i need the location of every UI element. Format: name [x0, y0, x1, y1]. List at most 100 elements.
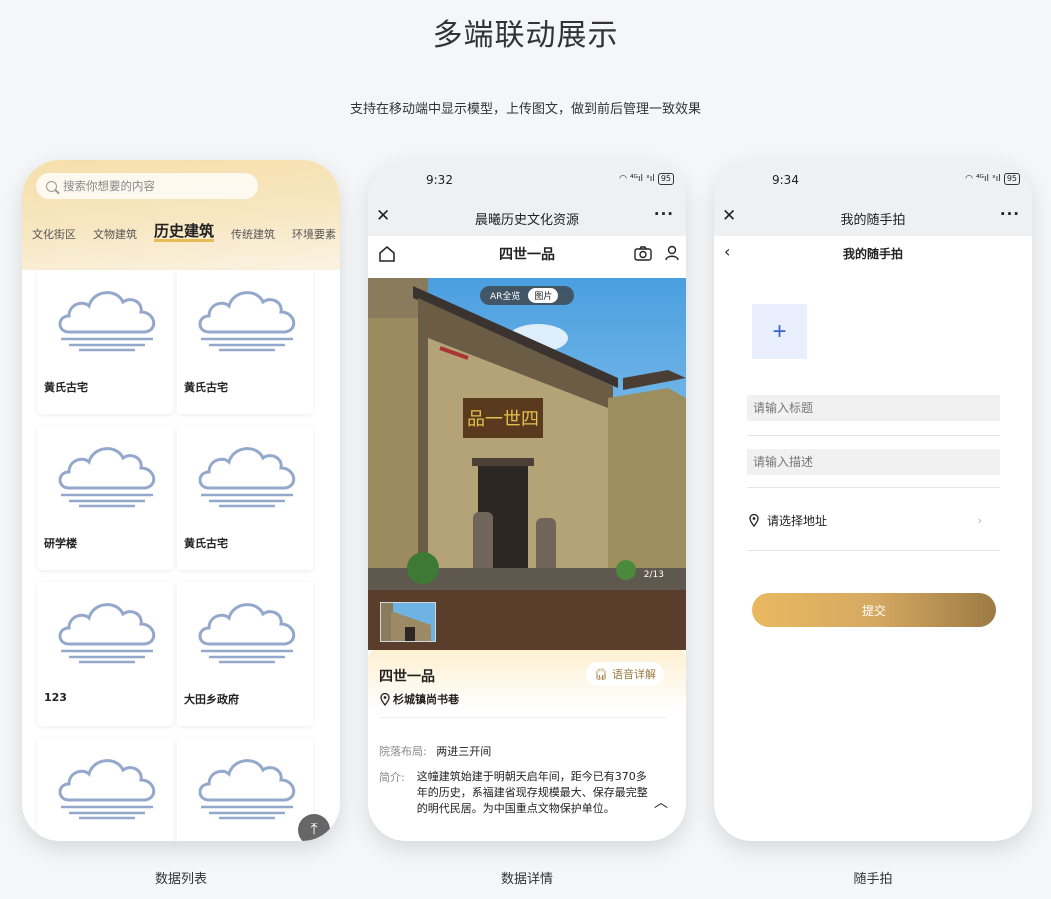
building-address: 杉城镇尚书巷: [380, 691, 459, 707]
caption-data-detail: 数据详情: [500, 872, 553, 887]
user-icon[interactable]: [665, 245, 679, 261]
more-icon[interactable]: ···: [654, 205, 674, 223]
submit-button[interactable]: 提交: [752, 593, 996, 627]
tab-traditional-building[interactable]: 传统建筑: [231, 226, 275, 242]
signal-icon: ⁴ᴳıl ˣıl: [629, 174, 655, 184]
item-name: 大田乡政府: [184, 693, 239, 706]
item-name: 黄氏古宅: [184, 537, 228, 550]
address-selector[interactable]: 请选择地址 ›: [747, 506, 1000, 534]
svg-text:品一世四: 品一世四: [467, 409, 539, 430]
window-title: 晨曦历史文化资源: [474, 213, 579, 228]
more-icon[interactable]: ···: [1000, 205, 1020, 223]
camera-icon[interactable]: [634, 246, 652, 261]
window-titlebar: ✕ 我的随手拍 ···: [714, 200, 1032, 236]
caption-snapshot: 随手拍: [853, 872, 893, 887]
intro-label: 简介:: [379, 771, 405, 784]
cloud-placeholder-icon: [58, 759, 156, 820]
list-item[interactable]: 123: [37, 582, 173, 726]
tab-relic-building[interactable]: 文物建筑: [93, 226, 137, 242]
data-grid: 黄氏古宅 黄氏古宅 研学楼 黄氏古宅 123 大田乡政府: [37, 270, 315, 841]
battery-icon: 95: [1003, 173, 1020, 185]
layout-value: 两进三开间: [436, 745, 492, 758]
snapshot-nav-title: 我的随手拍: [842, 247, 903, 261]
snapshot-navbar: ‹ 我的随手拍: [714, 236, 1032, 270]
description-input[interactable]: [747, 449, 1000, 475]
divider: [380, 717, 666, 718]
location-pin-icon: [380, 692, 390, 706]
phone-data-detail: 9:32 ◠ ⁴ᴳıl ˣıl 95 ✕ 晨曦历史文化资源 ··· 四世一品 品…: [368, 160, 686, 841]
image-thumbnail[interactable]: [380, 602, 436, 642]
page-title: 多端联动展示: [432, 18, 619, 53]
back-to-top-button[interactable]: ⤒: [298, 814, 330, 841]
list-item[interactable]: 黄氏古宅: [177, 270, 313, 414]
phone-data-list: 文化街区 文物建筑 历史建筑 传统建筑 环境要素 黄氏古宅 黄氏古宅 研学楼 黄…: [22, 160, 340, 841]
search-input[interactable]: [63, 179, 243, 193]
image-view-option[interactable]: 图片: [528, 288, 559, 303]
status-indicators: ◠ ⁴ᴳıl ˣıl 95: [965, 173, 1020, 185]
layout-label: 院落布局:: [379, 745, 427, 758]
upload-image-button[interactable]: +: [752, 304, 807, 359]
list-item[interactable]: 研学楼: [37, 426, 173, 570]
wifi-icon: ◠: [619, 174, 627, 184]
signal-icon: ⁴ᴳıl ˣıl: [975, 174, 1001, 184]
audio-guide-button[interactable]: 🎧︎ 语音详解: [586, 662, 664, 686]
status-time: 9:32: [426, 173, 453, 187]
list-item[interactable]: 黄氏古宅: [177, 426, 313, 570]
address-text: 杉城镇尚书巷: [393, 693, 459, 706]
location-pin-icon: [749, 513, 759, 527]
category-tabs: 文化街区 文物建筑 历史建筑 传统建筑 环境要素: [32, 224, 336, 242]
cloud-placeholder-icon: [198, 447, 296, 508]
divider: [747, 550, 1000, 551]
cloud-placeholder-icon: [198, 603, 296, 664]
building-image: 品一世四: [368, 278, 686, 590]
building-name: 四世一品: [379, 669, 435, 685]
caption-data-list: 数据列表: [154, 872, 207, 887]
list-item[interactable]: [177, 738, 313, 841]
thumbnail-image: [381, 603, 435, 641]
page-subtitle: 支持在移动端中显示模型，上传图文，做到前后管理一致效果: [349, 102, 701, 117]
battery-icon: 95: [657, 173, 674, 185]
tab-historic-building[interactable]: 历史建筑: [154, 224, 215, 242]
tab-cultural-block[interactable]: 文化街区: [32, 226, 76, 242]
status-time: 9:34: [772, 173, 799, 187]
window-title: 我的随手拍: [840, 213, 906, 228]
list-item[interactable]: 大田乡政府: [177, 582, 313, 726]
divider: [747, 487, 1000, 488]
status-indicators: ◠ ⁴ᴳıl ˣıl 95: [619, 173, 674, 185]
list-item[interactable]: 黄氏古宅: [37, 270, 173, 414]
item-name: 123: [44, 691, 67, 704]
detail-info-panel: 四世一品 🎧︎ 语音详解 杉城镇尚书巷 院落布局: 两进三开间 简介: 这幢建筑…: [368, 650, 686, 841]
status-bar: 9:32 ◠ ⁴ᴳıl ˣıl 95: [368, 160, 686, 200]
wifi-icon: ◠: [965, 174, 973, 184]
cloud-placeholder-icon: [198, 759, 296, 820]
thumbnail-strip: [368, 590, 686, 650]
title-input[interactable]: [747, 395, 1000, 421]
detail-navbar: 四世一品: [368, 236, 686, 272]
headphones-icon: 🎧︎: [594, 667, 608, 681]
cloud-placeholder-icon: [58, 447, 156, 508]
cloud-placeholder-icon: [58, 603, 156, 664]
search-bar[interactable]: [36, 173, 258, 199]
item-name: 黄氏古宅: [44, 381, 88, 394]
building-photo[interactable]: 品一世四 AR全览 图片 2/13: [368, 278, 686, 590]
layout-row: 院落布局: 两进三开间: [379, 743, 491, 759]
ar-view-option[interactable]: AR全览: [483, 289, 520, 302]
phone-snapshot: 9:34 ◠ ⁴ᴳıl ˣıl 95 ✕ 我的随手拍 ··· ‹ 我的随手拍 +…: [714, 160, 1032, 841]
divider: [747, 435, 1000, 436]
image-counter: 2/13: [643, 570, 664, 580]
audio-guide-label: 语音详解: [612, 668, 656, 681]
collapse-chevron-icon[interactable]: ︿: [654, 792, 668, 812]
list-header: 文化街区 文物建筑 历史建筑 传统建筑 环境要素: [22, 160, 340, 270]
view-mode-toggle[interactable]: AR全览 图片: [480, 286, 574, 305]
tab-environment[interactable]: 环境要素: [292, 226, 336, 242]
status-bar: 9:34 ◠ ⁴ᴳıl ˣıl 95: [714, 160, 1032, 200]
item-name: 黄氏古宅: [184, 381, 228, 394]
address-label: 请选择地址: [767, 513, 828, 528]
window-titlebar: ✕ 晨曦历史文化资源 ···: [368, 200, 686, 236]
list-item[interactable]: [37, 738, 173, 841]
arrow-up-icon: ⤒: [310, 819, 318, 838]
item-name: 研学楼: [44, 537, 77, 550]
search-icon: [46, 180, 57, 192]
cloud-placeholder-icon: [198, 291, 296, 352]
intro-text: 这幢建筑始建于明朝天启年间，距今已有370多年的历史，系福建省现存规模最大、保存…: [416, 770, 648, 815]
